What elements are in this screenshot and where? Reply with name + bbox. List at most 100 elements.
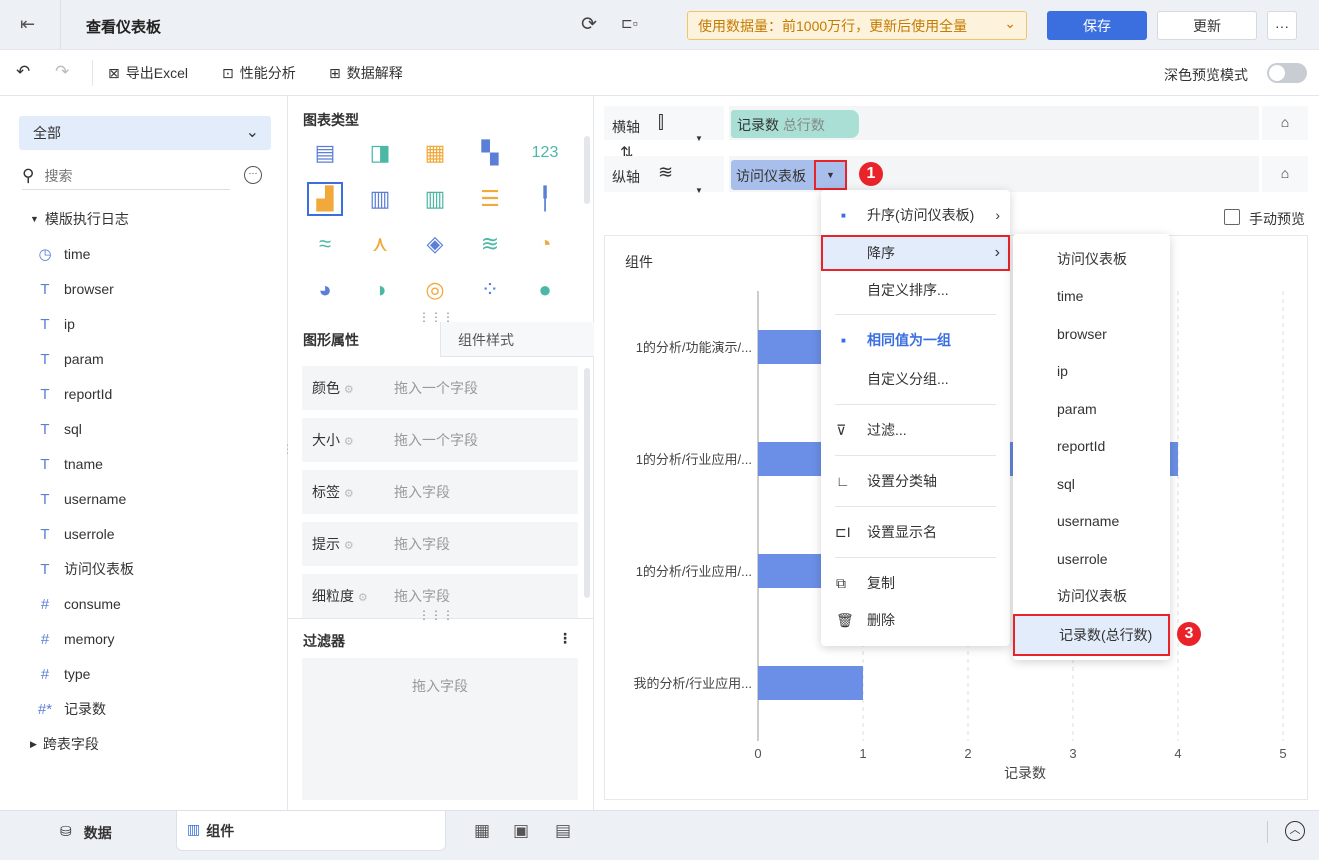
submenu-item[interactable]: sql (1013, 465, 1170, 502)
tab-component[interactable]: ▥ 组件 (176, 811, 446, 851)
submenu-item[interactable]: 记录数(总行数) (1013, 614, 1170, 656)
filter-drop-zone[interactable]: 拖入字段 (302, 658, 578, 800)
radar-chart-icon[interactable]: ◈ (417, 227, 453, 261)
more-options-icon[interactable]: ··· (244, 166, 262, 184)
submenu-item[interactable]: ip (1013, 353, 1170, 390)
kpi-grid-chart-icon[interactable]: ▚ (472, 136, 508, 170)
prop-drop-row[interactable]: 颜色 ⚙ 拖入一个字段 (302, 366, 578, 410)
gauge-chart-icon[interactable]: ◔ (527, 227, 563, 261)
field-item[interactable]: Tip (36, 312, 75, 336)
menu-item-same-group[interactable]: ■ 相同值为一组 (821, 322, 1010, 358)
submenu-item[interactable]: time (1013, 278, 1170, 315)
y-field-dropdown-button[interactable]: ▼ (814, 160, 847, 190)
cross-table-chart-icon[interactable]: ◨ (362, 136, 398, 170)
dark-mode-toggle[interactable] (1267, 63, 1307, 83)
menu-item-custom-group[interactable]: 自定义分组... (821, 361, 1010, 397)
field-item[interactable]: Tparam (36, 347, 103, 371)
x-axis-icon[interactable]: ⫿ (658, 112, 664, 133)
submenu-item[interactable]: userrole (1013, 540, 1170, 577)
lineage-icon[interactable]: ⊏▫ (621, 15, 638, 32)
tab-graphic-props[interactable]: 图形属性 (288, 322, 441, 357)
bubble-chart-icon[interactable]: ● (527, 273, 563, 307)
field-item[interactable]: Tuserrole (36, 522, 114, 546)
y-axis-icon[interactable]: ≋ (658, 162, 673, 183)
submenu-item[interactable]: username (1013, 503, 1170, 540)
save-button[interactable]: 保存 (1047, 11, 1147, 40)
menu-item-filter[interactable]: ⊽ 过滤... (821, 412, 1010, 448)
tree-group-cross[interactable]: ▶ 跨表字段 (30, 732, 99, 756)
manual-preview-checkbox[interactable] (1224, 209, 1240, 225)
prop-drop-row[interactable]: 标签 ⚙ 拖入字段 (302, 470, 578, 514)
performance-button[interactable]: ⊡ 性能分析 (222, 63, 296, 83)
field-item[interactable]: ◷ time (36, 242, 90, 266)
submenu-item[interactable]: browser (1013, 315, 1170, 352)
submenu-item[interactable]: 访问仪表板 (1013, 240, 1170, 277)
field-item[interactable]: # consume (36, 592, 121, 616)
scrollbar[interactable] (584, 368, 590, 598)
export-excel-button[interactable]: ⊠ 导出Excel (108, 63, 188, 83)
prop-drop-row[interactable]: 提示 ⚙ 拖入字段 (302, 522, 578, 566)
field-search[interactable]: ⚲ (22, 162, 230, 190)
menu-item-copy[interactable]: ⧉ 复制 (821, 565, 1010, 601)
multi-bar-chart-icon[interactable]: ▥ (417, 182, 453, 216)
x-axis-settings-icon[interactable]: ⌂ (1262, 106, 1308, 140)
submenu-item[interactable]: 访问仪表板 (1013, 578, 1170, 615)
rose-chart-icon[interactable]: ◑ (362, 273, 398, 307)
scrollbar[interactable] (584, 136, 590, 204)
menu-item-category-axis[interactable]: ∟ 设置分类轴 (821, 463, 1010, 499)
field-item[interactable]: #* 记录数 (36, 697, 106, 721)
pie-chart-icon[interactable]: ◕ (307, 273, 343, 307)
explain-button[interactable]: ⊞ 数据解释 (329, 63, 403, 83)
menu-item-desc[interactable]: 降序 › (821, 235, 1010, 271)
caret-down-icon[interactable]: ▼ (695, 134, 703, 143)
submenu-item[interactable]: param (1013, 390, 1170, 427)
prop-drop-row[interactable]: 大小 ⚙ 拖入一个字段 (302, 418, 578, 462)
detail-table-chart-icon[interactable]: ▦ (417, 136, 453, 170)
stacked-bar-chart-icon[interactable]: ▥ (362, 182, 398, 216)
add-text-icon[interactable]: ▤ (555, 821, 571, 841)
menu-item-delete[interactable]: 🗑 删除 (821, 602, 1010, 638)
undo-icon[interactable]: ↶ (16, 62, 30, 82)
field-item[interactable]: Ttname (36, 452, 103, 476)
search-input[interactable] (44, 167, 205, 184)
more-button[interactable]: ··· (1267, 11, 1297, 40)
multi-line-chart-icon[interactable]: ⋏ (362, 227, 398, 261)
tab-data[interactable]: ⛁ 数据 (60, 823, 112, 843)
grouped-bar-chart-icon[interactable]: ▟ (307, 181, 343, 216)
field-item[interactable]: Tbrowser (36, 277, 113, 301)
bidirectional-bar-chart-icon[interactable]: ☰ (472, 182, 508, 216)
submenu-item[interactable]: reportId (1013, 428, 1170, 465)
ring-chart-icon[interactable]: ◎ (417, 273, 453, 307)
menu-item-asc[interactable]: ■ 升序(访问仪表板) › (821, 197, 1010, 233)
waterfall-chart-icon[interactable]: ╿ (527, 182, 563, 216)
exit-icon[interactable]: ⇤ (20, 14, 35, 35)
x-axis-field-pill[interactable]: 记录数 总行数 (731, 110, 859, 138)
field-item[interactable]: Tusername (36, 487, 126, 511)
tab-component-style[interactable]: 组件样式 (458, 330, 514, 350)
dataset-select[interactable]: 全部 ⌄ (19, 116, 271, 150)
area-chart-icon[interactable]: ≋ (472, 227, 508, 261)
redo-icon[interactable]: ↷ (55, 62, 69, 82)
resize-handle[interactable]: ⋮⋮⋮ (418, 609, 454, 621)
number-card-chart-icon[interactable]: 123 (527, 136, 563, 170)
menu-item-display-name[interactable]: ⊏I 设置显示名 (821, 514, 1010, 550)
line-chart-icon[interactable]: ≈ (307, 227, 343, 261)
add-chart-icon[interactable]: ▦ (474, 821, 490, 841)
field-item[interactable]: Tsql (36, 417, 82, 441)
refresh-icon[interactable]: ⟳ (581, 13, 597, 36)
tree-group-log[interactable]: ▼ 模版执行日志 (30, 207, 129, 231)
field-item[interactable]: T 访问仪表板 (36, 557, 134, 581)
table-chart-icon[interactable]: ▤ (307, 136, 343, 170)
data-volume-dropdown[interactable]: 使用数据量：前1000万行，更新后使用全量 ⌄ (687, 11, 1027, 40)
update-button[interactable]: 更新 (1157, 11, 1257, 40)
field-item[interactable]: TreportId (36, 382, 112, 406)
field-item[interactable]: # memory (36, 627, 115, 651)
field-item[interactable]: # type (36, 662, 91, 686)
menu-item-custom-sort[interactable]: 自定义排序... (821, 272, 1010, 308)
scatter-chart-icon[interactable]: ⁘ (472, 273, 508, 307)
filter-more-icon[interactable]: ⋮ (558, 630, 572, 647)
add-table-icon[interactable]: ▣ (513, 821, 529, 841)
caret-down-icon[interactable]: ▼ (695, 186, 703, 195)
collapse-up-icon[interactable]: ︿ (1285, 821, 1305, 841)
y-axis-settings-icon[interactable]: ⌂ (1262, 156, 1308, 192)
